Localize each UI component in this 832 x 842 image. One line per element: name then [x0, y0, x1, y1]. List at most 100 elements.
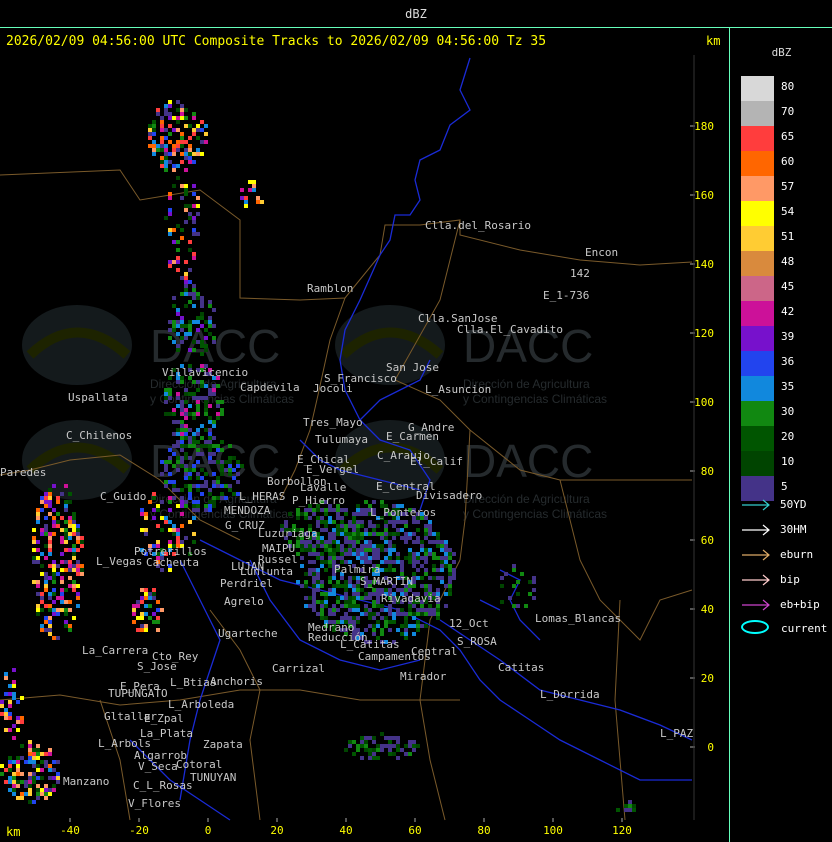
echo-cell [208, 392, 212, 396]
echo-cell [208, 420, 212, 424]
echo-cell [184, 156, 188, 160]
echo-cell [380, 544, 384, 548]
echo-cell [208, 504, 212, 508]
echo-cell [196, 196, 200, 200]
legend-swatch-48 [741, 251, 774, 276]
echo-cell [180, 228, 184, 232]
echo-cell [52, 768, 56, 772]
echo-cell [48, 488, 52, 492]
echo-cell [312, 560, 316, 564]
echo-cell [372, 736, 376, 740]
current-cell-ellipse-icon [741, 620, 769, 634]
echo-cell [220, 468, 224, 472]
echo-cell [188, 428, 192, 432]
echo-cell [360, 536, 364, 540]
echo-cell [8, 704, 12, 708]
echo-cell [180, 292, 184, 296]
echo-cell [48, 628, 52, 632]
echo-cell [368, 540, 372, 544]
echo-cell [304, 512, 308, 516]
radar-map[interactable]: DACCDirección de Agriculturay Contingenc… [0, 53, 730, 842]
echo-cell [28, 740, 32, 744]
echo-cell [444, 560, 448, 564]
echo-cell [64, 500, 68, 504]
echo-cell [16, 700, 20, 704]
echo-cell [408, 532, 412, 536]
echo-cell [528, 580, 532, 584]
echo-cell [168, 152, 172, 156]
echo-cell [196, 328, 200, 332]
echo-cell [196, 380, 200, 384]
echo-cell [324, 512, 328, 516]
echo-cell [444, 548, 448, 552]
echo-cell [44, 556, 48, 560]
echo-cell [16, 728, 20, 732]
echo-cell [344, 524, 348, 528]
echo-cell [208, 428, 212, 432]
legend-label: 65 [781, 130, 795, 143]
echo-cell [344, 532, 348, 536]
echo-cell [400, 568, 404, 572]
echo-cell [168, 192, 172, 196]
echo-cell [404, 620, 408, 624]
echo-cell [320, 564, 324, 568]
echo-cell [8, 684, 12, 688]
echo-cell [180, 340, 184, 344]
echo-cell [8, 756, 12, 760]
place-label: Tres_Mayo [303, 416, 363, 429]
legend-track-label: 30HM [780, 523, 807, 536]
echo-cell [72, 568, 76, 572]
echo-cell [516, 604, 520, 608]
echo-cell [68, 608, 72, 612]
echo-cell [40, 496, 44, 500]
echo-cell [44, 792, 48, 796]
echo-cell [400, 560, 404, 564]
echo-cell [412, 744, 416, 748]
echo-cell [168, 520, 172, 524]
echo-cell [424, 532, 428, 536]
echo-cell [404, 752, 408, 756]
echo-cell [188, 456, 192, 460]
echo-cell [68, 520, 72, 524]
echo-cell [44, 544, 48, 548]
echo-cell [348, 616, 352, 620]
echo-cell [224, 496, 228, 500]
echo-cell [32, 548, 36, 552]
echo-cell [180, 512, 184, 516]
echo-cell [336, 524, 340, 528]
echo-cell [196, 452, 200, 456]
echo-cell [164, 128, 168, 132]
echo-cell [364, 744, 368, 748]
echo-cell [176, 120, 180, 124]
echo-cell [172, 296, 176, 300]
echo-cell [52, 508, 56, 512]
echo-cell [36, 792, 40, 796]
echo-cell [424, 552, 428, 556]
echo-cell [352, 516, 356, 520]
echo-cell [372, 752, 376, 756]
echo-cell [308, 568, 312, 572]
echo-cell [48, 564, 52, 568]
echo-cell [340, 584, 344, 588]
echo-cell [164, 112, 168, 116]
echo-cell [40, 608, 44, 612]
echo-cell [452, 576, 456, 580]
echo-cell [72, 528, 76, 532]
echo-cell [416, 620, 420, 624]
echo-cell [368, 616, 372, 620]
echo-cell [80, 568, 84, 572]
echo-cell [192, 484, 196, 488]
echo-cell [400, 536, 404, 540]
echo-cell [156, 600, 160, 604]
echo-cell [220, 460, 224, 464]
echo-cell [400, 748, 404, 752]
echo-cell [340, 520, 344, 524]
echo-cell [48, 492, 52, 496]
echo-cell [20, 716, 24, 720]
echo-cell [60, 576, 64, 580]
echo-cell [48, 620, 52, 624]
echo-cell [196, 504, 200, 508]
echo-cell [176, 428, 180, 432]
echo-cell [388, 628, 392, 632]
echo-cell [356, 604, 360, 608]
